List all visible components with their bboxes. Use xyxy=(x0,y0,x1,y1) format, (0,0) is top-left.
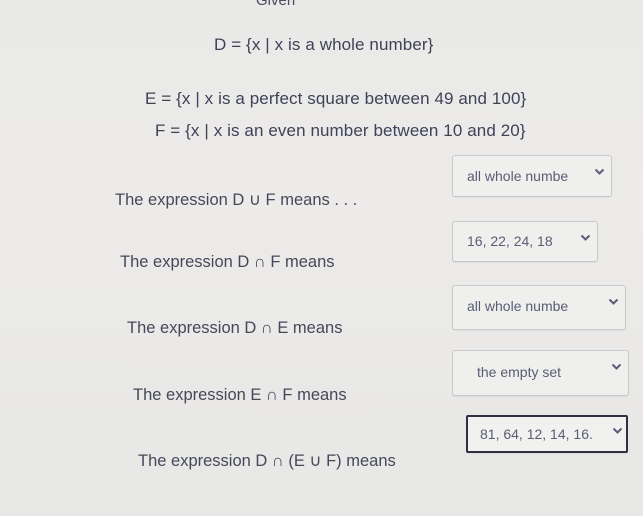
dropdown-selected-value: all whole numbe xyxy=(467,298,569,314)
dropdown-selected-value: 81, 64, 12, 14, 16. xyxy=(480,426,593,442)
dropdown-selected-value: the empty set xyxy=(477,364,562,380)
given-heading: Given xyxy=(256,0,296,9)
answer-dropdown-e-intersect-f[interactable]: the empty set xyxy=(452,350,629,396)
question-label-d-union-f: The expression D ∪ F means . . . xyxy=(115,191,358,209)
question-label-e-intersect-f: The expression E ∩ F means xyxy=(133,386,347,404)
answer-dropdown-d-union-f[interactable]: all whole numbe xyxy=(452,155,612,197)
question-label-d-intersect-e-union-f: The expression D ∩ (E ∪ F) means xyxy=(138,452,396,470)
answer-dropdown-d-intersect-e-union-f[interactable]: 81, 64, 12, 14, 16. xyxy=(466,415,628,453)
chevron-down-icon xyxy=(594,168,605,175)
chevron-down-icon xyxy=(608,298,619,305)
set-f-definition: F = {x | x is an even number between 10 … xyxy=(155,121,526,140)
answer-dropdown-d-intersect-e[interactable]: all whole numbe xyxy=(452,285,626,330)
dropdown-selected-value: all whole numbe xyxy=(467,168,569,184)
set-e-definition: E = {x | x is a perfect square between 4… xyxy=(145,89,527,108)
chevron-down-icon xyxy=(611,363,622,370)
answer-dropdown-d-intersect-f[interactable]: 16, 22, 24, 18 xyxy=(452,221,598,262)
chevron-down-icon xyxy=(580,234,591,241)
set-d-definition: D = {x | x is a whole number} xyxy=(214,35,434,54)
chevron-down-icon xyxy=(612,427,623,434)
question-label-d-intersect-f: The expression D ∩ F means xyxy=(120,253,335,271)
dropdown-selected-value: 16, 22, 24, 18 xyxy=(467,233,553,249)
question-label-d-intersect-e: The expression D ∩ E means xyxy=(127,319,343,337)
